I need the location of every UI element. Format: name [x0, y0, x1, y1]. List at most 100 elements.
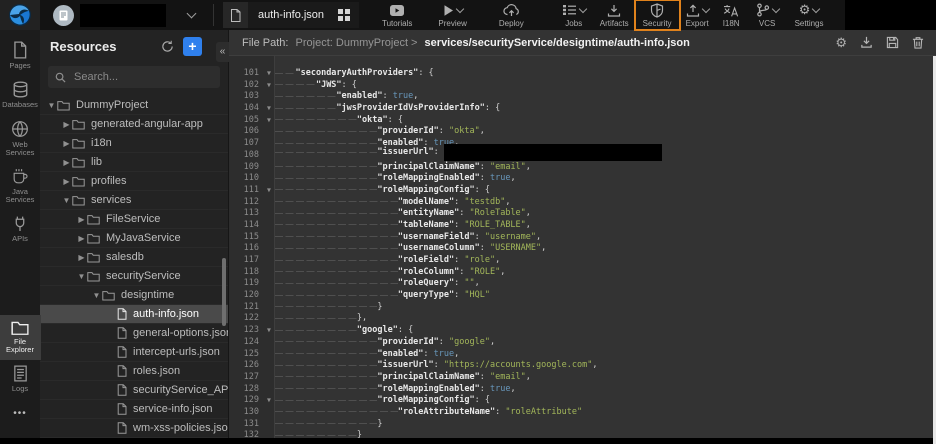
tree-item-securityservice-api-json[interactable]: securityService_API.json [40, 381, 228, 400]
vcs-icon [756, 3, 770, 17]
tree-item-fileservice[interactable]: ▶FileService [40, 210, 228, 229]
open-file-tab[interactable]: auth-info.json [223, 2, 359, 28]
code-editor[interactable]: 101▼ "secondaryAuthProviders": {102▼ "JW… [228, 56, 933, 438]
search-box [48, 66, 220, 88]
project-avatar[interactable] [53, 5, 74, 26]
collapse-panel-button[interactable]: « [216, 42, 229, 62]
chevron-collapsed-icon[interactable]: ▶ [61, 158, 72, 167]
sidebar-item-logs[interactable]: Logs [0, 360, 41, 399]
fold-toggle-icon[interactable]: ▼ [263, 103, 275, 115]
tree-item-label: DummyProject [76, 99, 148, 111]
toolbar-preview-button[interactable]: Preview [431, 1, 473, 29]
toolbar-export-button[interactable]: Export [679, 1, 716, 29]
download-file-icon[interactable] [860, 36, 873, 49]
line-number: 123 [228, 325, 263, 337]
indent-guide [275, 255, 398, 265]
token: , [475, 278, 480, 288]
tree-item-services[interactable]: ▼services [40, 191, 228, 210]
code-text: } [275, 419, 382, 431]
sidebar-item-label: Pages [9, 62, 30, 70]
file-icon [117, 422, 127, 434]
line-number: 113 [228, 208, 263, 220]
chevron-down-icon [812, 5, 820, 13]
indent-guide [275, 126, 377, 136]
folder-icon [72, 119, 85, 130]
sidebar-item-java-services[interactable]: Java Services [0, 163, 41, 210]
tree-item-service-info-json[interactable]: service-info.json [40, 400, 228, 419]
tree-item-designtime[interactable]: ▼designtime [40, 286, 228, 305]
chevron-expanded-icon[interactable]: ▼ [61, 196, 72, 205]
chevron-collapsed-icon[interactable]: ▶ [76, 234, 87, 243]
app-logo[interactable] [0, 0, 40, 30]
tree-item-profiles[interactable]: ▶profiles [40, 172, 228, 191]
code-line: 117 "roleField": "role", [228, 255, 933, 267]
sidebar-item-file-explorer[interactable]: File Explorer [0, 315, 41, 360]
tree-scrollbar[interactable] [222, 258, 226, 326]
code-text: "roleQuery": "", [275, 278, 480, 290]
toolbar-i18n-button[interactable]: I18N [716, 1, 747, 29]
tree-item-lib[interactable]: ▶lib [40, 153, 228, 172]
sidebar-item-apis[interactable]: APIs [0, 210, 41, 249]
tree-item-i18n[interactable]: ▶i18n [40, 134, 228, 153]
toolbar-item-label: Preview [438, 20, 466, 28]
sidebar-item-more[interactable]: ••• [0, 399, 41, 425]
toolbar-jobs-button[interactable]: Jobs [555, 1, 593, 29]
chevron-expanded-icon[interactable]: ▼ [91, 291, 102, 300]
token: , [413, 91, 418, 101]
line-number: 114 [228, 220, 263, 232]
toolbar-tutorials-button[interactable]: Tutorials [375, 1, 419, 29]
sidebar-item-web-services[interactable]: Web Services [0, 115, 41, 163]
toolbar-settings-button[interactable]: ⚙Settings [788, 1, 831, 29]
toolbar-vcs-button[interactable]: VCS [749, 1, 786, 29]
chevron-collapsed-icon[interactable]: ▶ [76, 215, 87, 224]
line-number: 103 [228, 91, 263, 103]
token: "roleField" [398, 255, 454, 265]
fold-toggle-icon[interactable]: ▼ [263, 68, 275, 80]
sidebar-item-pages[interactable]: Pages [0, 36, 41, 76]
toolbar-artifacts-button[interactable]: Artifacts [593, 1, 636, 29]
line-number: 111 [228, 185, 263, 197]
add-resource-button[interactable]: + [183, 37, 202, 56]
line-number: 105 [228, 115, 263, 127]
fold-toggle-icon[interactable]: ▼ [263, 325, 275, 337]
token: , [490, 337, 495, 347]
fold-toggle-icon[interactable]: ▼ [263, 185, 275, 197]
tree-item-wm-xss-policies-json[interactable]: wm-xss-policies.json [40, 419, 228, 438]
pages-icon [12, 41, 28, 59]
token: "roleMappingEnabled" [377, 384, 479, 394]
fold-toggle-icon[interactable]: ▼ [263, 115, 275, 127]
fold-toggle-icon[interactable]: ▼ [263, 80, 275, 92]
grid-view-icon[interactable] [338, 9, 359, 21]
line-number: 106 [228, 126, 263, 138]
project-switcher-chevron-icon[interactable] [187, 9, 197, 19]
sidebar-item-label: Java Services [0, 188, 40, 204]
code-line: 101▼ "secondaryAuthProviders": { [228, 68, 933, 80]
chevron-expanded-icon[interactable]: ▼ [46, 101, 57, 110]
tree-item-general-options-json[interactable]: general-options.json [40, 324, 228, 343]
tree-item-securityservice[interactable]: ▼securityService [40, 267, 228, 286]
search-input[interactable] [72, 70, 213, 84]
toolbar-deploy-button[interactable]: Deploy [492, 1, 531, 29]
token: "email" [490, 372, 526, 382]
save-file-icon[interactable] [886, 36, 899, 49]
tree-item-salesdb[interactable]: ▶salesdb [40, 248, 228, 267]
fold-toggle-icon[interactable]: ▼ [263, 395, 275, 407]
toolbar-security-button[interactable]: Security [636, 1, 679, 29]
divider [213, 4, 214, 26]
tree-item-dummyproject[interactable]: ▼ DummyProject [40, 96, 228, 115]
tree-item-generated-angular-app[interactable]: ▶generated-angular-app [40, 115, 228, 134]
chevron-collapsed-icon[interactable]: ▶ [61, 120, 72, 129]
chevron-collapsed-icon[interactable]: ▶ [76, 253, 87, 262]
sidebar-item-databases[interactable]: Databases [0, 76, 41, 115]
refresh-icon[interactable] [161, 40, 174, 53]
delete-file-icon[interactable] [912, 36, 924, 49]
code-line: 120 "queryType": "HQL" [228, 290, 933, 302]
tree-item-myjavaservice[interactable]: ▶MyJavaService [40, 229, 228, 248]
tree-item-intercept-urls-json[interactable]: intercept-urls.json [40, 343, 228, 362]
chevron-expanded-icon[interactable]: ▼ [76, 272, 87, 281]
editor-settings-icon[interactable]: ⚙ [835, 36, 847, 49]
chevron-collapsed-icon[interactable]: ▶ [61, 177, 72, 186]
tree-item-roles-json[interactable]: roles.json [40, 362, 228, 381]
chevron-collapsed-icon[interactable]: ▶ [61, 139, 72, 148]
tree-item-auth-info-json[interactable]: auth-info.json [40, 305, 228, 324]
